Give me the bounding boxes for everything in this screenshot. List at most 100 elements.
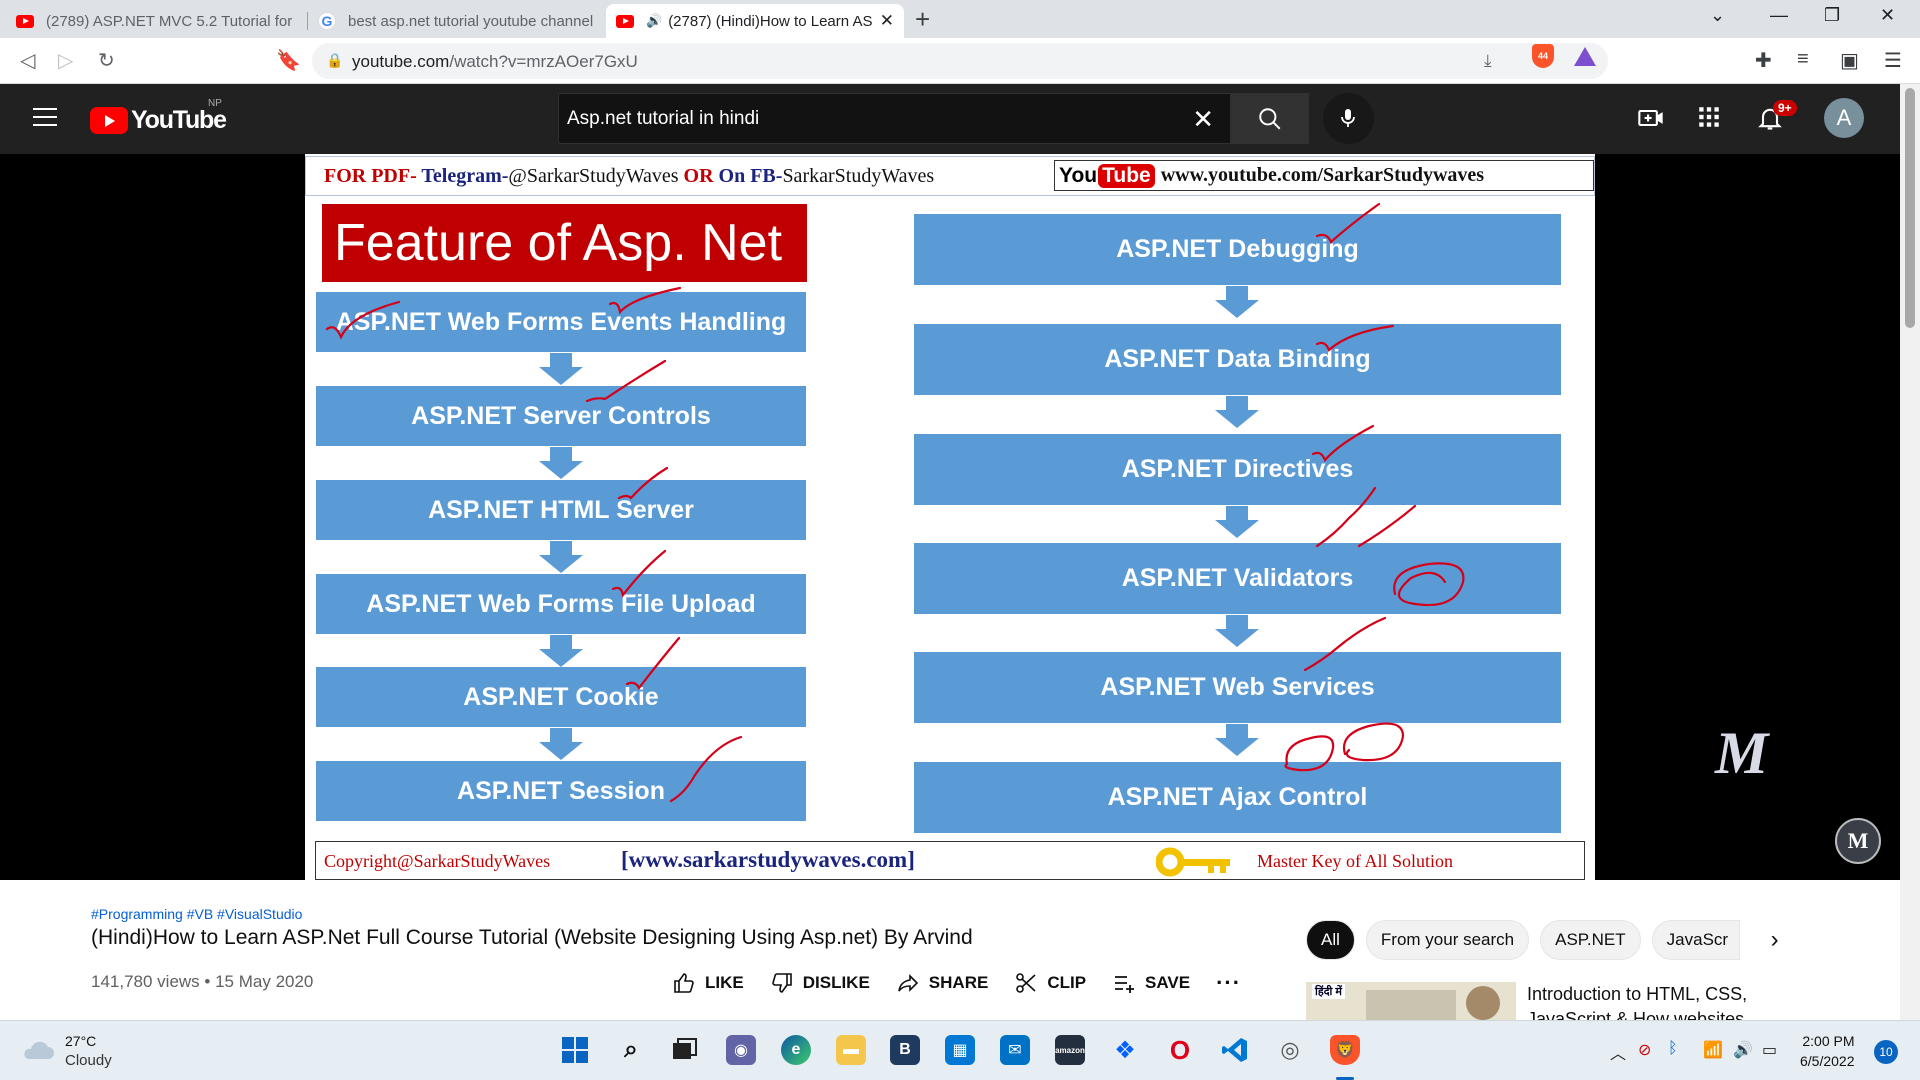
teams-chat-icon[interactable]: ◉ [726, 1035, 756, 1065]
chip-all[interactable]: All [1306, 920, 1355, 960]
windows-start-icon[interactable] [560, 1035, 590, 1065]
playlist-icon[interactable]: ≡ [1797, 48, 1809, 71]
lock-icon[interactable]: 🔒 [326, 52, 343, 69]
recommended-video-thumbnail[interactable]: हिंदी में [1306, 982, 1516, 1020]
clock-time: 2:00 PM [1802, 1033, 1855, 1049]
slide-header-contact: FOR PDF- Telegram-@SarkarStudyWaves OR O… [324, 165, 935, 187]
chip-aspnet[interactable]: ASP.NET [1540, 920, 1641, 960]
weather-condition: Cloudy [65, 1052, 112, 1069]
more-actions-icon[interactable]: ··· [1216, 970, 1241, 996]
browser-menu-icon[interactable]: ☰ [1884, 48, 1902, 73]
region-code: NP [208, 98, 222, 109]
voice-search-button[interactable] [1323, 93, 1374, 144]
wifi-icon[interactable]: 📶 [1703, 1040, 1723, 1060]
close-tab-icon[interactable]: ✕ [880, 11, 894, 31]
channel-url: www.youtube.com/SarkarStudywaves [1160, 164, 1485, 186]
edge-browser-icon[interactable]: e [781, 1035, 811, 1065]
account-avatar[interactable]: A [1824, 98, 1864, 138]
upload-date: 15 May 2020 [215, 972, 314, 991]
feature-box-right-6: ASP.NET Ajax Control [914, 762, 1561, 833]
task-view-icon[interactable] [670, 1035, 700, 1065]
slide-title: Feature of Asp. Net [322, 204, 807, 282]
microphone-icon [1341, 109, 1355, 127]
circle-annotation [1342, 722, 1405, 762]
chevron-right-icon[interactable]: › [1771, 926, 1779, 954]
search-query-text[interactable]: Asp.net tutorial in hindi [567, 108, 759, 130]
page-scrollbar[interactable] [1900, 84, 1920, 1020]
feature-box-right-5: ASP.NET Web Services [914, 652, 1561, 723]
vscode-icon[interactable] [1220, 1035, 1250, 1065]
clip-button[interactable]: CLIP [1014, 971, 1086, 995]
footer-copyright: Copyright@SarkarStudyWaves [324, 851, 551, 871]
feature-box-left-6: ASP.NET Session [316, 761, 806, 821]
brave-browser-icon[interactable]: 🦁 [1330, 1035, 1360, 1065]
feature-box-right-3: ASP.NET Directives [914, 434, 1561, 505]
battery-icon[interactable]: ▭ [1762, 1040, 1777, 1060]
feature-box-left-1: ASP.NET Web Forms Events Handling [316, 292, 806, 352]
tab-google-search[interactable]: G best asp.net tutorial youtube channel [308, 4, 608, 38]
search-button[interactable] [1231, 93, 1309, 144]
bookmark-icon[interactable]: 🔖 [276, 48, 301, 73]
share-button[interactable]: SHARE [896, 971, 988, 995]
opera-icon[interactable]: O [1165, 1035, 1195, 1065]
footer-tagline: Master Key of All Solution [1257, 851, 1453, 871]
youtube-wordmark-tube: Tube [1098, 163, 1155, 188]
speaker-icon[interactable]: 🔊 [646, 13, 662, 29]
bing-app-icon[interactable]: B [890, 1035, 920, 1065]
playlist-add-icon [1115, 976, 1135, 993]
clear-search-icon[interactable]: ✕ [1192, 104, 1214, 135]
wallet-icon[interactable]: ▣ [1840, 48, 1859, 73]
youtube-logo[interactable]: YouTube [90, 106, 227, 135]
security-status-icon[interactable]: ⊘ [1638, 1040, 1651, 1060]
mail-icon[interactable]: ✉ [1000, 1035, 1030, 1065]
amazon-icon[interactable]: amazon [1055, 1035, 1085, 1065]
thumbs-up-icon [674, 973, 694, 993]
video-player[interactable]: FOR PDF- Telegram-@SarkarStudyWaves OR O… [0, 154, 1900, 880]
forward-button[interactable]: ▷ [58, 48, 73, 73]
like-button[interactable]: LIKE [672, 971, 744, 995]
snipping-tool-icon[interactable]: ◎ [1275, 1035, 1305, 1065]
system-clock[interactable]: 2:00 PM 6/5/2022 [1800, 1031, 1855, 1071]
tab-active-video[interactable]: 🔊 (2787) (Hindi)How to Learn AS ✕ [606, 4, 904, 38]
apps-grid-icon[interactable] [1696, 104, 1722, 130]
scrollbar-thumb[interactable] [1905, 88, 1915, 328]
footer-website: [www.sarkarstudywaves.com] [621, 847, 915, 872]
address-bar[interactable]: 🔒 youtube.com/watch?v=mrzAOer7GxU ⤓ [312, 43, 1608, 79]
create-video-icon[interactable] [1637, 104, 1665, 132]
dropbox-icon[interactable]: ❖ [1110, 1035, 1140, 1065]
dislike-button[interactable]: DISLIKE [770, 971, 870, 995]
tab-asp-mvc[interactable]: (2789) ASP.NET MVC 5.2 Tutorial for b [6, 4, 306, 38]
search-input[interactable]: Asp.net tutorial in hindi ✕ [558, 93, 1231, 144]
back-button[interactable]: ◁ [20, 48, 35, 73]
guide-menu-icon[interactable] [33, 108, 57, 132]
tab-search-chevron-icon[interactable]: ⌄ [1710, 5, 1725, 26]
microsoft-store-icon[interactable]: ▦ [945, 1035, 975, 1065]
chip-javascript[interactable]: JavaScr [1651, 920, 1740, 960]
channel-watermark-logo: M [1715, 720, 1769, 786]
url-text[interactable]: youtube.com/watch?v=mrzAOer7GxU [352, 52, 638, 72]
minimize-button[interactable]: — [1770, 5, 1788, 26]
key-icon [1156, 847, 1230, 877]
video-hashtags[interactable]: #Programming #VB #VisualStudio [91, 906, 302, 922]
close-window-button[interactable]: ✕ [1880, 5, 1895, 26]
restore-button[interactable]: ❐ [1824, 5, 1840, 26]
channel-branding-icon[interactable]: M [1835, 818, 1881, 864]
bluetooth-icon[interactable]: ᛒ [1668, 1040, 1678, 1058]
new-tab-button[interactable]: + [915, 4, 930, 35]
brave-shields-icon[interactable]: 44 [1532, 44, 1554, 68]
cloud-icon [24, 1041, 54, 1059]
show-hidden-icons-chevron-icon[interactable]: ︿ [1610, 1040, 1626, 1064]
search-icon[interactable]: ⌕ [616, 1035, 646, 1065]
brave-rewards-icon[interactable] [1574, 47, 1596, 66]
youtube-logo-icon [90, 107, 128, 134]
reload-button[interactable]: ↻ [98, 48, 115, 73]
feature-box-right-2: ASP.NET Data Binding [914, 324, 1561, 395]
extensions-puzzle-icon[interactable]: ✚ [1755, 48, 1772, 73]
file-explorer-icon[interactable]: ▬ [836, 1035, 866, 1065]
chip-from-your-search[interactable]: From your search [1365, 920, 1530, 960]
save-button[interactable]: SAVE [1112, 971, 1190, 995]
notification-center-badge[interactable]: 10 [1874, 1040, 1898, 1064]
recommended-video-title[interactable]: Introduction to HTML, CSS, JavaScript & … [1527, 982, 1827, 1020]
volume-icon[interactable]: 🔊 [1733, 1040, 1753, 1060]
install-app-icon[interactable]: ⤓ [1484, 51, 1492, 71]
